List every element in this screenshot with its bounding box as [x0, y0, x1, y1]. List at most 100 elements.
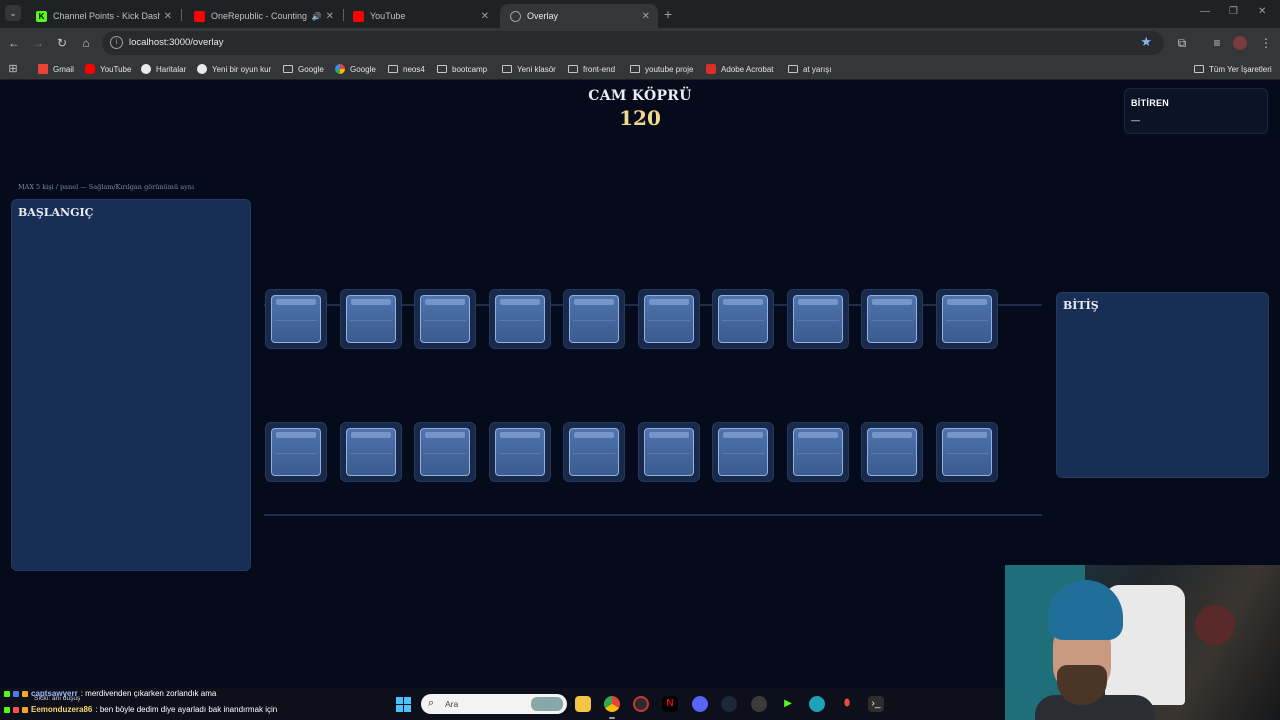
browser-toolbar: ← → ↻ ⌂ i localhost:3000/overlay ★ ⧉ ≡ ⋮ [0, 28, 1280, 58]
tab-overlay[interactable]: Overlay ✕ [500, 4, 658, 28]
glass-pane [941, 295, 992, 343]
menu-dots-icon[interactable]: ⋮ [1258, 35, 1274, 51]
back-arrow-icon[interactable]: ← [6, 35, 22, 51]
glass-pane [494, 428, 545, 476]
glass-pane [420, 295, 470, 343]
glass-pane [643, 428, 694, 476]
folder-icon [388, 65, 398, 73]
url-text[interactable]: localhost:3000/overlay [129, 37, 224, 48]
folder-icon [788, 65, 798, 73]
restore-icon[interactable]: ❐ [1229, 6, 1238, 17]
bookmark-at-yarisi[interactable]: at yarışı [788, 62, 831, 76]
glass-pane [941, 428, 992, 476]
taskbar-search[interactable]: ⌕ Ara [421, 694, 567, 714]
game-icon[interactable]: ▶ [780, 696, 796, 712]
bookmark-neos4[interactable]: neos4 [388, 62, 425, 76]
tab-search-chevron-icon[interactable]: ⌄ [5, 5, 21, 21]
file-explorer-icon[interactable] [575, 696, 591, 712]
glass-pane [718, 428, 768, 476]
home-icon[interactable]: ⌂ [78, 35, 94, 51]
new-tab-button[interactable]: + [664, 6, 672, 22]
bookmark-yeni-oyun[interactable]: Yeni bir oyun kur [197, 62, 271, 76]
tab-strip: ⌄ K Channel Points - Kick Dashboard ✕ On… [0, 0, 1280, 28]
close-icon[interactable]: ✕ [642, 11, 650, 22]
close-icon[interactable]: ✕ [164, 11, 172, 22]
tab-title: YouTube [370, 11, 406, 21]
glass-tile [414, 422, 476, 482]
close-icon[interactable]: ✕ [481, 11, 489, 22]
glass-tile [786, 289, 849, 349]
reload-icon[interactable]: ↻ [54, 35, 70, 51]
forward-arrow-icon[interactable]: → [30, 35, 46, 51]
tab-kick-dashboard[interactable]: K Channel Points - Kick Dashboard ✕ [26, 4, 180, 28]
bookmark-adobe-acrobat[interactable]: Adobe Acrobat [706, 62, 773, 76]
maps-pin-icon[interactable]: ⬮ [839, 696, 855, 712]
glass-tile [935, 289, 998, 349]
glass-tile [861, 422, 923, 482]
site-info-icon[interactable]: i [110, 36, 123, 49]
speaker-icon[interactable]: 🔊 [312, 12, 322, 21]
bookmark-all[interactable]: Tüm Yer İşaretleri [1194, 62, 1272, 76]
glass-pane [867, 295, 917, 343]
glass-pane [792, 428, 843, 476]
glass-tile [265, 289, 327, 349]
chat-username: Eemonduzera86 [31, 705, 93, 714]
tab-title: OneRepublic - Counting Stars [211, 11, 310, 21]
bookmark-star-icon[interactable]: ★ [1140, 34, 1152, 50]
glass-tile [712, 422, 774, 482]
glass-tile [414, 289, 476, 349]
bookmark-gmail[interactable]: Gmail [38, 62, 74, 76]
badge-icon [4, 706, 10, 713]
extensions-icon[interactable]: ⧉ [1174, 35, 1190, 51]
bookmark-google[interactable]: Google [335, 62, 376, 76]
address-bar[interactable]: i localhost:3000/overlay ★ [102, 31, 1164, 55]
glass-pane [569, 428, 619, 476]
badge-icon [13, 690, 19, 697]
reading-list-icon[interactable]: ≡ [1209, 35, 1225, 51]
windows-start-icon[interactable] [396, 697, 411, 712]
bookmark-yeni-klasor[interactable]: Yeni klasör [502, 62, 556, 76]
badge-icon [22, 690, 28, 697]
youtube-icon [85, 64, 95, 74]
panel-capacity-note: MAX 5 kişi / panel — Sağlam/Kırılgan gör… [18, 183, 195, 191]
close-icon[interactable]: ✕ [326, 11, 334, 22]
bookmark-haritalar[interactable]: Haritalar [141, 62, 186, 76]
finishers-box: BİTİREN — [1124, 88, 1268, 134]
finishers-value: — [1131, 115, 1140, 125]
close-window-icon[interactable]: ✕ [1258, 6, 1266, 17]
bookmark-youtube[interactable]: YouTube [85, 62, 131, 76]
bridge-row-bottom [265, 422, 1005, 482]
folder-icon [630, 65, 640, 73]
maps-icon [141, 64, 151, 74]
chrome-icon[interactable] [604, 696, 620, 712]
glass-tile [488, 422, 551, 482]
minimize-icon[interactable]: — [1200, 6, 1210, 17]
terminal-icon[interactable]: ›_ [868, 696, 884, 712]
glass-pane [271, 428, 321, 476]
glass-pane [867, 428, 917, 476]
tab-youtube[interactable]: YouTube ✕ [343, 4, 497, 28]
start-panel-title: BAŞLANGIÇ [18, 206, 94, 219]
folder-icon [568, 65, 578, 73]
discord-icon[interactable] [692, 696, 708, 712]
glass-pane [718, 295, 768, 343]
bookmark-youtube-proje[interactable]: youtube proje [630, 62, 693, 76]
apps-grid-icon[interactable]: ⊞ [5, 61, 21, 77]
obs-icon[interactable] [633, 696, 649, 712]
steam-icon[interactable] [721, 696, 737, 712]
search-highlight-image [531, 697, 563, 711]
glass-tile [563, 289, 625, 349]
spotify-icon[interactable] [751, 696, 767, 712]
browser-icon[interactable] [809, 696, 825, 712]
bookmark-google-folder[interactable]: Google [283, 62, 324, 76]
tab-onerepublic[interactable]: OneRepublic - Counting Stars 🔊 ✕ [184, 4, 342, 28]
glass-pane [271, 295, 321, 343]
game-title: CAM KÖPRÜ [588, 88, 692, 104]
profile-avatar[interactable] [1233, 36, 1247, 50]
folder-icon [437, 65, 447, 73]
bookmark-bootcamp[interactable]: bootcamp [437, 62, 487, 76]
netflix-icon[interactable]: N [662, 696, 678, 712]
bookmark-front-end[interactable]: front-end [568, 62, 615, 76]
tab-title: Channel Points - Kick Dashboard [53, 11, 160, 21]
badge-icon [4, 690, 10, 697]
